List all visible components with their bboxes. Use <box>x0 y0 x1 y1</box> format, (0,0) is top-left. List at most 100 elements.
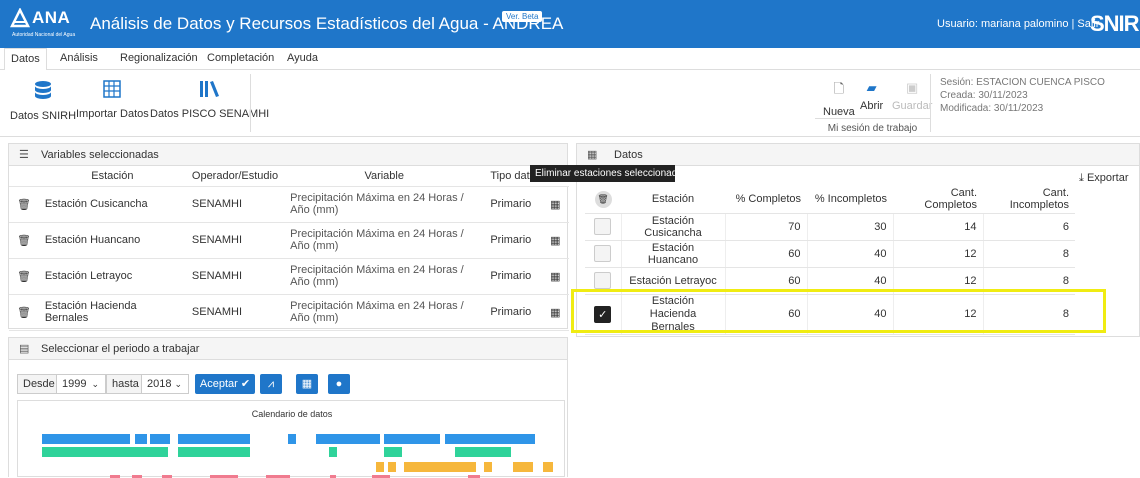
row-station: Estación Cusicancha <box>620 213 725 241</box>
table-row: Estación Huancano 60 40 12 8 <box>585 240 1075 268</box>
datos-pisco-button[interactable]: Datos PISCO SENAMHI <box>150 80 269 120</box>
tooltip: Eliminar estaciones seleccionadas <box>530 165 688 182</box>
version-badge: Ver. Beta <box>502 11 543 22</box>
exportar-button[interactable]: ⤓ Exportar <box>1079 172 1129 185</box>
hasta-value: 2018 <box>147 378 172 390</box>
series-bar-blue <box>288 434 296 444</box>
library-icon <box>150 80 269 103</box>
table-icon[interactable]: ▦ <box>544 258 569 295</box>
tab-completacion[interactable]: Completación <box>207 52 274 64</box>
row-operator: SENAMHI <box>185 294 285 331</box>
trash-icon[interactable]: 🗑 <box>9 258 39 295</box>
app-title: Análisis de Datos y Recursos Estadístico… <box>90 14 564 33</box>
abrir-label: Abrir <box>860 100 884 112</box>
abrir-button[interactable]: ▰ Abrir <box>860 80 883 112</box>
table-icon[interactable]: ▦ <box>544 294 569 331</box>
row-type: Primario <box>484 186 545 223</box>
row-station: Estación Huancano <box>38 222 186 259</box>
trash-icon: 🗑 <box>594 190 612 208</box>
row-variable: Precipitación Máxima en 24 Horas / Año (… <box>284 186 485 223</box>
row-cant-completos: 14 <box>892 213 983 241</box>
nueva-button[interactable]: 🗋 Nueva <box>823 80 855 118</box>
hasta-label: hasta <box>106 374 142 394</box>
trash-icon[interactable]: 🗑 <box>9 294 39 331</box>
datos-pisco-label: Datos PISCO SENAMHI <box>150 108 270 120</box>
series-bar-blue <box>150 434 170 444</box>
ribbon-toolbar: Datos SNIRH Importar Datos Datos PISCO S… <box>0 70 1140 137</box>
new-file-icon: 🗋 <box>833 81 845 96</box>
tab-datos[interactable]: Datos <box>4 48 47 71</box>
tab-regionalizacion[interactable]: Regionalización <box>120 52 198 64</box>
row-checkbox[interactable] <box>594 245 612 262</box>
table-row: 🗑 Estación Cusicancha SENAMHI Precipitac… <box>9 186 569 223</box>
chevron-down-icon: ⌄ <box>174 379 182 389</box>
row-operator: SENAMHI <box>185 222 285 259</box>
desde-value: 1999 <box>62 378 87 390</box>
delete-selected-button[interactable]: 🗑 <box>585 186 621 214</box>
tab-ayuda[interactable]: Ayuda <box>287 52 318 64</box>
guardar-button[interactable]: ▣ Guardar <box>892 80 932 112</box>
logo-text: ANA <box>32 8 71 27</box>
chart-title: Calendario de datos <box>251 409 333 419</box>
tab-analisis[interactable]: Análisis <box>60 52 98 64</box>
map-view-button[interactable]: ● <box>328 374 350 394</box>
series-bar-blue <box>316 434 380 444</box>
calendar-chart: Calendario de datos <box>17 400 565 478</box>
menu-bar: Datos Análisis Regionalización Completac… <box>0 48 1140 71</box>
table-icon[interactable]: ▦ <box>544 222 569 259</box>
session-name: Sesión: ESTACION CUENCA PISCO <box>940 77 1105 88</box>
trash-icon[interactable]: 🗑 <box>9 222 39 259</box>
datos-snirh-button[interactable]: Datos SNIRH <box>10 80 76 122</box>
user-info[interactable]: Usuario: mariana palomino | Salir <box>937 18 1099 30</box>
series-bar-orange <box>513 462 533 472</box>
snirh-logo: SNIR <box>1090 11 1140 36</box>
series-bar-blue <box>384 434 440 444</box>
hasta-select[interactable]: 2018 ⌄ <box>141 374 189 394</box>
wave-logo-icon <box>10 8 31 28</box>
series-bar-green <box>329 447 337 457</box>
series-bar-blue <box>178 434 250 444</box>
row-station: Estación Hacienda Bernales <box>38 294 186 331</box>
row-checkbox[interactable] <box>594 272 612 289</box>
series-bar-blue <box>445 434 535 444</box>
series-bar-green <box>455 447 511 457</box>
series-bar-green <box>42 447 168 457</box>
series-bar-orange <box>484 462 492 472</box>
session-modified: Modificada: 30/11/2023 <box>940 103 1044 114</box>
trash-icon[interactable]: 🗑 <box>9 186 39 223</box>
chart-view-button[interactable]: ⩘ <box>260 374 282 394</box>
row-operator: SENAMHI <box>185 186 285 223</box>
row-pct-incompletos: 30 <box>806 213 893 241</box>
row-station: Estación Huancano <box>620 240 725 268</box>
session-created: Creada: 30/11/2023 <box>940 90 1028 101</box>
session-group-label: Mi sesión de trabajo <box>815 118 930 134</box>
chevron-down-icon: ⌄ <box>91 379 99 389</box>
datos-panel-title: Datos <box>614 149 643 161</box>
row-checkbox[interactable] <box>594 218 612 235</box>
row-cant-completos: 12 <box>892 240 983 268</box>
guardar-label: Guardar <box>892 100 933 112</box>
table-view-button[interactable]: ▦ <box>296 374 318 394</box>
table-row: Estación Cusicancha 70 30 14 6 <box>585 213 1075 241</box>
series-bar-green <box>384 447 402 457</box>
variables-panel: ☰ Variables seleccionadas Estación Opera… <box>8 143 569 331</box>
check-icon: ✔ <box>240 378 251 390</box>
importar-datos-button[interactable]: Importar Datos <box>76 80 149 120</box>
col-estacion: Estación <box>38 166 186 187</box>
table-row: 🗑 Estación Huancano SENAMHI Precipitació… <box>9 222 569 259</box>
row-station: Estación Cusicancha <box>38 186 186 223</box>
aceptar-button[interactable]: Aceptar ✔ <box>195 374 255 394</box>
row-variable: Precipitación Máxima en 24 Horas / Año (… <box>284 222 485 259</box>
session-info: Sesión: ESTACION CUENCA PISCO Creada: 30… <box>940 76 1105 115</box>
period-panel-title: Seleccionar el periodo a trabajar <box>41 343 200 355</box>
series-bar-orange <box>388 462 396 472</box>
desde-select[interactable]: 1999 ⌄ <box>56 374 106 394</box>
map-marker-icon: ● <box>335 378 343 390</box>
save-icon: ▣ <box>906 80 919 95</box>
variables-panel-title: Variables seleccionadas <box>41 149 159 161</box>
table-icon[interactable]: ▦ <box>544 186 569 223</box>
row-variable: Precipitación Máxima en 24 Horas / Año (… <box>284 294 485 331</box>
logo-subtext: Autoridad Nacional del Agua <box>12 32 76 38</box>
session-group: 🗋 Nueva ▰ Abrir ▣ Guardar Mi sesión de t… <box>815 70 932 137</box>
col-variable: Variable <box>284 166 485 187</box>
